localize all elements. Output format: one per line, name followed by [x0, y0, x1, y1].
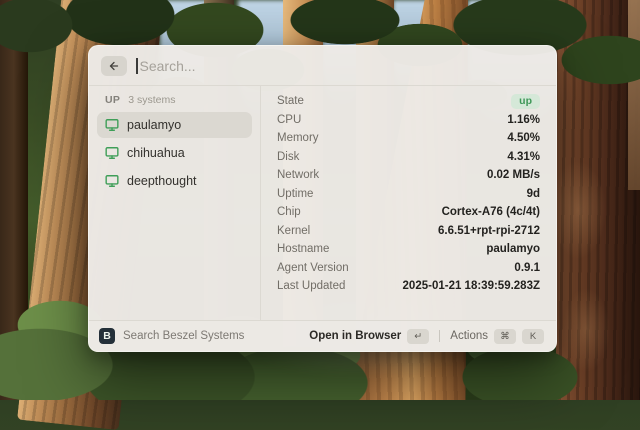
- detail-label: Uptime: [277, 188, 313, 200]
- system-name: deepthought: [127, 174, 197, 188]
- detail-row: CPU 1.16%: [277, 111, 540, 130]
- detail-label: State: [277, 95, 304, 107]
- open-in-browser-label: Open in Browser: [309, 330, 401, 342]
- detail-row: Disk 4.31%: [277, 148, 540, 167]
- return-key-icon: ↵: [407, 329, 429, 344]
- system-list-item[interactable]: paulamyo: [97, 112, 252, 138]
- monitor-icon: [105, 174, 119, 188]
- monitor-icon: [105, 146, 119, 160]
- detail-label: Chip: [277, 206, 301, 218]
- desktop: { "search": { "placeholder": "Search..."…: [0, 0, 640, 400]
- detail-value: 9d: [527, 188, 540, 200]
- search-input[interactable]: [138, 58, 545, 74]
- detail-row: Memory 4.50%: [277, 129, 540, 148]
- detail-row: Agent Version 0.9.1: [277, 259, 540, 278]
- detail-value: Cortex-A76 (4c/4t): [442, 206, 540, 218]
- beszel-logo-icon: B: [99, 328, 115, 344]
- systems-list-panel: UP 3 systems paulamyo chihuahua: [89, 86, 261, 320]
- detail-row: Kernel 6.6.51+rpt-rpi-2712: [277, 222, 540, 241]
- detail-row: Chip Cortex-A76 (4c/4t): [277, 203, 540, 222]
- detail-row: Last Updated 2025-01-21 18:39:59.283Z: [277, 277, 540, 296]
- systems-group-header: UP 3 systems: [97, 92, 252, 112]
- back-button[interactable]: [101, 56, 127, 76]
- system-name: paulamyo: [127, 118, 181, 132]
- detail-label: Network: [277, 169, 319, 181]
- search-field-wrap: [136, 58, 544, 74]
- footer-app-label: Search Beszel Systems: [123, 330, 299, 342]
- arrow-left-icon: [108, 60, 120, 72]
- systems-list: paulamyo chihuahua deepthought: [97, 112, 252, 194]
- command-key-icon: ⌘: [494, 329, 516, 344]
- detail-row: State up: [277, 92, 540, 111]
- detail-row: Hostname paulamyo: [277, 240, 540, 259]
- detail-value: 4.50%: [507, 132, 540, 144]
- detail-value: 0.02 MB/s: [487, 169, 540, 181]
- detail-label: Last Updated: [277, 280, 345, 292]
- detail-label: Disk: [277, 151, 299, 163]
- detail-value: 0.9.1: [514, 262, 540, 274]
- group-label: UP: [105, 94, 120, 106]
- monitor-icon: [105, 118, 119, 132]
- detail-value: 4.31%: [507, 151, 540, 163]
- detail-value: 6.6.51+rpt-rpi-2712: [438, 225, 540, 237]
- detail-rows: State up CPU 1.16% Memory 4.50% Disk 4.3…: [277, 92, 540, 296]
- status-badge: up: [511, 94, 540, 109]
- system-list-item[interactable]: chihuahua: [97, 140, 252, 166]
- detail-label: Memory: [277, 132, 319, 144]
- palette-body: UP 3 systems paulamyo chihuahua: [89, 86, 556, 320]
- footer-divider: [439, 330, 440, 342]
- detail-label: Kernel: [277, 225, 310, 237]
- detail-row: Network 0.02 MB/s: [277, 166, 540, 185]
- detail-label: Agent Version: [277, 262, 349, 274]
- system-list-item[interactable]: deepthought: [97, 168, 252, 194]
- actions-button[interactable]: Actions ⌘ K: [448, 327, 546, 346]
- group-count: 3 systems: [128, 94, 175, 106]
- detail-value: 1.16%: [507, 114, 540, 126]
- detail-value: paulamyo: [486, 243, 540, 255]
- detail-label: CPU: [277, 114, 301, 126]
- system-detail-panel: State up CPU 1.16% Memory 4.50% Disk 4.3…: [261, 86, 556, 320]
- detail-label: Hostname: [277, 243, 329, 255]
- detail-row: Uptime 9d: [277, 185, 540, 204]
- detail-value: 2025-01-21 18:39:59.283Z: [403, 280, 540, 292]
- k-key-icon: K: [522, 329, 544, 344]
- command-palette: UP 3 systems paulamyo chihuahua: [88, 45, 557, 352]
- open-in-browser-button[interactable]: Open in Browser ↵: [307, 327, 431, 346]
- actions-label: Actions: [450, 330, 488, 342]
- system-name: chihuahua: [127, 146, 185, 160]
- palette-footer: B Search Beszel Systems Open in Browser …: [89, 320, 556, 351]
- search-bar: [89, 46, 556, 86]
